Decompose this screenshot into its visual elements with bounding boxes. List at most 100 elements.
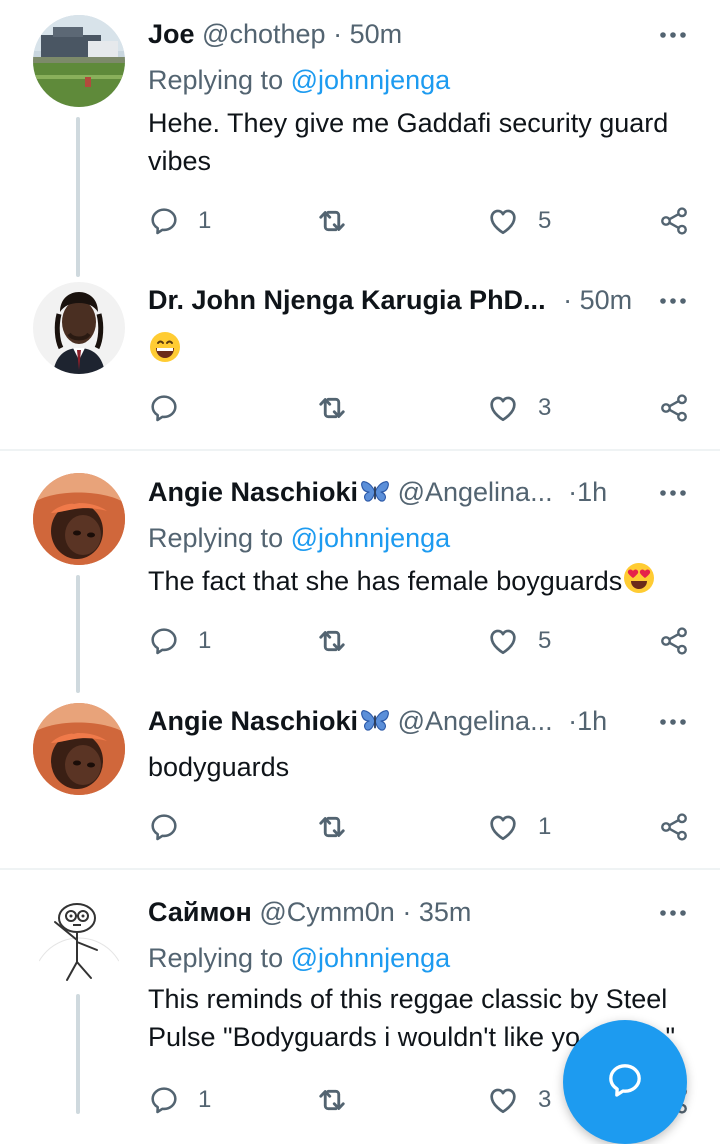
retweet-icon bbox=[314, 809, 350, 845]
action-bar: 1 bbox=[148, 807, 708, 847]
replying-to-label: Replying to bbox=[148, 65, 284, 95]
tweet-text: The fact that she has female boyguards bbox=[148, 561, 693, 600]
like-count: 3 bbox=[538, 394, 552, 421]
like-button[interactable]: 3 bbox=[486, 388, 551, 428]
thread-line bbox=[76, 117, 80, 277]
tweet-text-line: This reminds of this reggae classic by S… bbox=[148, 984, 668, 1014]
action-bar: 1 5 bbox=[148, 621, 708, 661]
replying-to-label: Replying to bbox=[148, 523, 284, 553]
author-handle[interactable]: @Angelina... bbox=[398, 477, 553, 507]
share-icon bbox=[658, 811, 690, 843]
author-handle[interactable]: @Angelina... bbox=[398, 706, 553, 736]
like-count: 5 bbox=[538, 627, 552, 654]
reply-button[interactable]: 1 bbox=[148, 201, 211, 241]
like-button[interactable]: 5 bbox=[486, 201, 551, 241]
author-handle[interactable]: @chothep bbox=[202, 19, 326, 49]
replying-to: Replying to @johnnjenga bbox=[148, 938, 450, 978]
thread-line bbox=[76, 994, 80, 1114]
timestamp[interactable]: 1h bbox=[577, 477, 607, 507]
tweet-header: Joe @chothep · 50m bbox=[148, 14, 690, 54]
share-icon bbox=[658, 392, 690, 424]
more-options-icon[interactable] bbox=[656, 892, 690, 932]
photo-building-avatar bbox=[33, 15, 125, 107]
heart-icon bbox=[486, 204, 520, 238]
more-options-icon[interactable] bbox=[656, 472, 690, 512]
retweet-button[interactable] bbox=[314, 807, 350, 847]
tweet-text: Hehe. They give me Gaddafi security guar… bbox=[148, 108, 669, 176]
reply-button[interactable]: 1 bbox=[148, 1080, 211, 1120]
share-button[interactable] bbox=[658, 388, 690, 428]
timestamp[interactable]: 50m bbox=[350, 19, 403, 49]
tweet[interactable]: Dr. John Njenga Karugia PhD... · 50m 3 bbox=[0, 262, 720, 450]
replying-to: Replying to @johnnjenga bbox=[148, 518, 450, 558]
mention-link[interactable]: @johnnjenga bbox=[291, 943, 451, 973]
heart-icon bbox=[486, 391, 520, 425]
timestamp[interactable]: 1h bbox=[577, 706, 607, 736]
tweet-header: Angie Naschioki @Angelina... ·1h bbox=[148, 701, 690, 741]
reply-count: 1 bbox=[198, 207, 212, 234]
timestamp[interactable]: 35m bbox=[419, 897, 472, 927]
replying-to-label: Replying to bbox=[148, 943, 284, 973]
tweet-header: Dr. John Njenga Karugia PhD... · 50m bbox=[148, 280, 690, 320]
reply-button[interactable] bbox=[148, 807, 180, 847]
portrait-avatar bbox=[33, 282, 125, 374]
tweet[interactable]: Joe @chothep · 50m Replying to @johnnjen… bbox=[0, 0, 720, 277]
retweet-button[interactable] bbox=[314, 201, 350, 241]
retweet-icon bbox=[314, 390, 350, 426]
avatar[interactable] bbox=[33, 282, 125, 374]
like-count: 5 bbox=[538, 207, 552, 234]
more-options-icon[interactable] bbox=[656, 280, 690, 320]
separator-dot: · bbox=[568, 477, 578, 507]
avatar[interactable] bbox=[33, 703, 125, 795]
action-bar: 1 5 bbox=[148, 201, 708, 241]
reply-icon bbox=[148, 205, 180, 237]
heart-icon bbox=[486, 1083, 520, 1117]
tweet-header: Angie Naschioki @Angelina... ·1h bbox=[148, 472, 690, 512]
retweet-button[interactable] bbox=[314, 621, 350, 661]
avatar[interactable] bbox=[33, 15, 125, 107]
share-button[interactable] bbox=[658, 201, 690, 241]
mention-link[interactable]: @johnnjenga bbox=[291, 65, 451, 95]
thread-line bbox=[76, 575, 80, 693]
share-button[interactable] bbox=[658, 621, 690, 661]
like-button[interactable]: 1 bbox=[486, 807, 551, 847]
timestamp[interactable]: 50m bbox=[580, 285, 633, 315]
reply-button[interactable] bbox=[148, 388, 180, 428]
author-name[interactable]: Саймон bbox=[148, 897, 252, 927]
compose-reply-button[interactable] bbox=[563, 1020, 687, 1144]
replying-to: Replying to @johnnjenga bbox=[148, 60, 450, 100]
retweet-button[interactable] bbox=[314, 388, 350, 428]
author-name[interactable]: Joe bbox=[148, 19, 195, 49]
avatar[interactable] bbox=[33, 892, 125, 984]
share-button[interactable] bbox=[658, 807, 690, 847]
separator-dot: · bbox=[402, 897, 412, 927]
tweet-header: Саймон @Cymm0n · 35m bbox=[148, 892, 690, 932]
reply-count: 1 bbox=[198, 627, 212, 654]
more-options-icon[interactable] bbox=[656, 14, 690, 54]
mention-link[interactable]: @johnnjenga bbox=[291, 523, 451, 553]
doodle-avatar bbox=[33, 892, 125, 984]
author-name[interactable]: Angie Naschioki bbox=[148, 477, 358, 507]
share-icon bbox=[658, 205, 690, 237]
tweet-text bbox=[148, 326, 693, 364]
author-name[interactable]: Dr. John Njenga Karugia PhD... bbox=[148, 285, 546, 315]
reply-icon bbox=[148, 811, 180, 843]
like-button[interactable]: 5 bbox=[486, 621, 551, 661]
heart-icon bbox=[486, 624, 520, 658]
author-handle[interactable]: @Cymm0n bbox=[259, 897, 394, 927]
author-name[interactable]: Angie Naschioki bbox=[148, 706, 358, 736]
more-options-icon[interactable] bbox=[656, 701, 690, 741]
avatar[interactable] bbox=[33, 473, 125, 565]
like-button[interactable]: 3 bbox=[486, 1080, 551, 1120]
tweet[interactable]: Angie Naschioki @Angelina... ·1h bodygua… bbox=[0, 681, 720, 868]
tweet-text-fragment: Pulse "Bodyguards i wouldn't like yo bbox=[148, 1022, 580, 1052]
retweet-button[interactable] bbox=[314, 1080, 350, 1120]
selfie-avatar bbox=[33, 703, 125, 795]
reply-button[interactable]: 1 bbox=[148, 621, 211, 661]
compose-reply-icon bbox=[609, 1064, 641, 1097]
share-icon bbox=[658, 625, 690, 657]
retweet-icon bbox=[314, 623, 350, 659]
reply-icon bbox=[148, 625, 180, 657]
tweet-text-content: The fact that she has female boyguards bbox=[148, 566, 623, 596]
tweet[interactable]: Angie Naschioki @Angelina... ·1h Replyin… bbox=[0, 451, 720, 693]
